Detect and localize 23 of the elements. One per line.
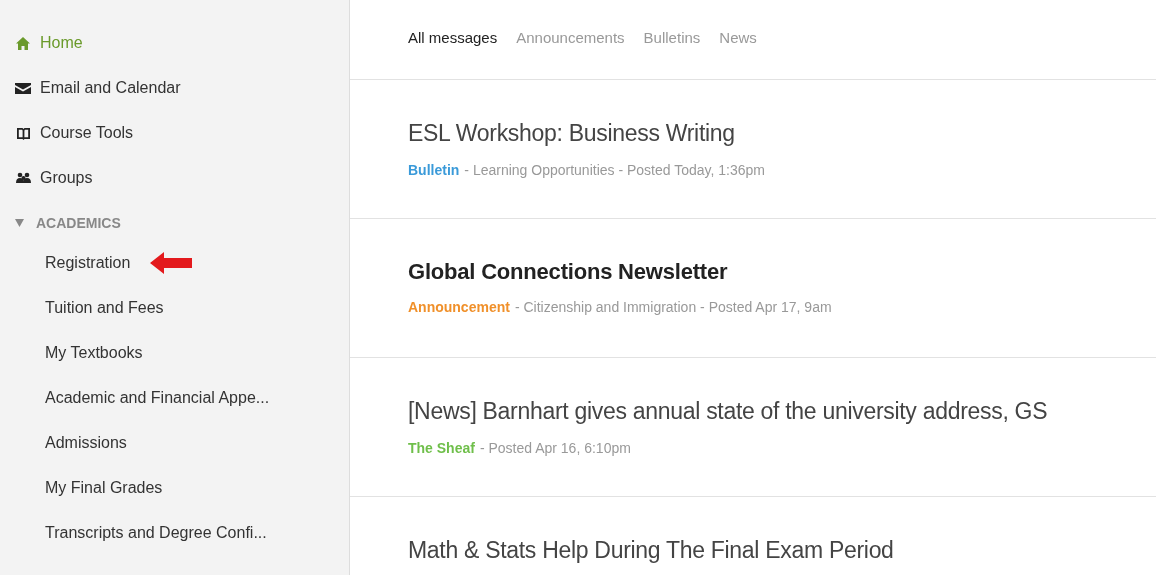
message-meta: - Learning Opportunities - Posted Today, 1:36pm: [464, 160, 765, 180]
filter-tab[interactable]: All messages: [408, 26, 498, 50]
home-icon: [16, 36, 30, 50]
message-title[interactable]: ESL Workshop: Business Writing: [408, 116, 1156, 151]
message-title[interactable]: Global Connections Newsletter: [408, 255, 1156, 288]
message-meta: - Posted Apr 16, 6:10pm: [479, 438, 631, 458]
sidebar-link[interactable]: Transcripts and Degree Confi...: [45, 521, 267, 545]
envelope-icon: [15, 82, 31, 94]
triangle-icon: [15, 219, 24, 227]
sidebar-link[interactable]: Admissions: [45, 431, 127, 455]
sidebar-link[interactable]: Registration: [45, 251, 131, 275]
book-icon: [15, 126, 31, 140]
users-icon: [15, 172, 31, 184]
sidebar-link[interactable]: Academic and Financial Appe...: [45, 386, 270, 410]
sidebar-link[interactable]: My Final Grades: [45, 476, 163, 500]
sidebar-link[interactable]: Email and Calendar: [15, 76, 334, 100]
sidebar-link[interactable]: My Textbooks: [45, 341, 143, 365]
sidebar-link[interactable]: Course Tools: [15, 121, 334, 145]
message-meta: - Citizenship and Immigration - Posted Apr 17, 9am: [514, 298, 832, 317]
sidebar-link[interactable]: Groups: [15, 166, 334, 190]
sidebar-link[interactable]: Tuition and Fees: [45, 296, 164, 320]
message-title[interactable]: Math & Stats Help During The Final Exam Period: [408, 533, 1156, 568]
message-title[interactable]: [News] Barnhart gives annual state of the university address, GS: [408, 394, 1156, 429]
